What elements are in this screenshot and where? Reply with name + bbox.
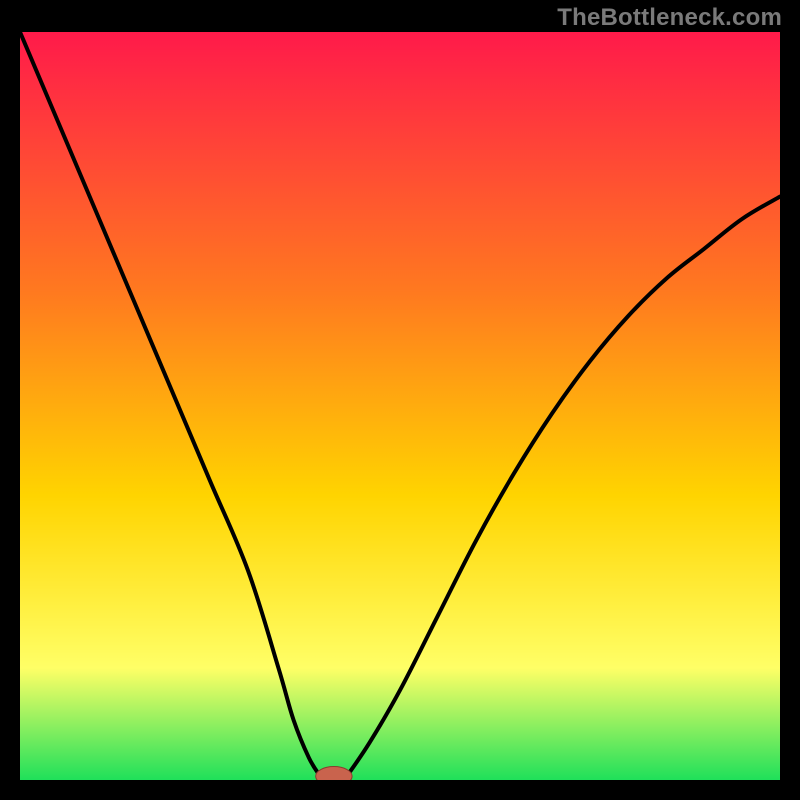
chart-frame: TheBottleneck.com [0, 0, 800, 800]
chart-svg [20, 32, 780, 780]
gradient-background [20, 32, 780, 780]
watermark-text: TheBottleneck.com [557, 4, 782, 32]
plot-area [20, 32, 780, 780]
